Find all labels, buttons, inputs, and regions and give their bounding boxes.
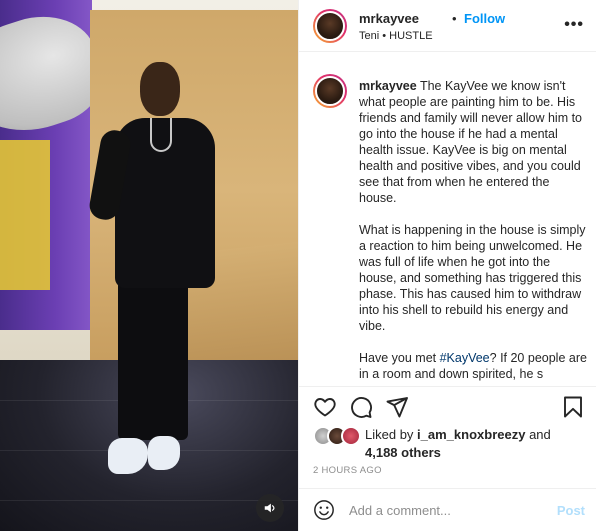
header-username[interactable]: mrkayvee — [359, 11, 419, 26]
heart-icon — [314, 398, 336, 417]
like-button[interactable] — [313, 395, 337, 419]
post-timestamp[interactable]: 2 HOURS AGO — [313, 465, 382, 476]
share-icon — [386, 397, 408, 418]
avatar — [341, 426, 361, 446]
video-person-chain — [150, 118, 172, 152]
comment-button[interactable] — [349, 395, 373, 419]
caption-paragraph: The KayVee we know isn't what people are… — [359, 79, 583, 205]
mute-button[interactable] — [256, 494, 284, 522]
more-options-button[interactable]: ••• — [564, 16, 584, 34]
hashtag-link[interactable]: #KayVee — [440, 351, 490, 365]
caption-paragraph: Have you met — [359, 351, 440, 365]
share-button[interactable] — [385, 395, 409, 419]
follow-button[interactable]: Follow — [464, 11, 505, 26]
header-separator: • — [452, 11, 457, 26]
bookmark-icon — [564, 396, 582, 418]
avatar[interactable] — [313, 74, 347, 108]
action-bar — [299, 386, 596, 426]
likes-others-link[interactable]: 4,188 others — [365, 445, 441, 460]
liker-username[interactable]: i_am_knoxbreezy — [417, 427, 525, 442]
floor-tile-line — [0, 500, 298, 501]
likes-prefix: Liked by — [365, 427, 418, 442]
save-button[interactable] — [561, 395, 585, 419]
post-header: mrkayvee • Follow Teni • HUSTLE ••• — [299, 0, 596, 52]
post-details-pane: mrkayvee • Follow Teni • HUSTLE ••• mrka… — [298, 0, 596, 531]
video-person-head — [140, 62, 180, 116]
caption-paragraph: What is happening in the house is simply… — [359, 223, 586, 333]
video-yellow-backdrop — [0, 140, 50, 290]
comment-input[interactable] — [349, 499, 539, 521]
comment-icon — [351, 397, 372, 418]
likes-middle: and — [525, 427, 551, 442]
caption-username[interactable]: mrkayvee — [359, 79, 417, 93]
avatar[interactable] — [313, 9, 347, 43]
post-video[interactable] — [0, 0, 298, 531]
post-comment-button[interactable]: Post — [557, 503, 585, 518]
comment-bar: Post — [299, 488, 596, 531]
emoji-icon[interactable] — [313, 499, 335, 521]
video-person-legs — [118, 280, 188, 440]
audio-track-link[interactable]: Teni • HUSTLE — [359, 30, 433, 42]
caption-text: mrkayvee The KayVee we know isn't what p… — [359, 78, 589, 384]
video-person-shoe-right — [148, 436, 180, 470]
likes-summary: Liked by i_am_knoxbreezy and 4,188 other… — [313, 424, 583, 464]
likes-text: Liked by i_am_knoxbreezy and 4,188 other… — [365, 426, 585, 462]
speaker-icon — [264, 503, 275, 513]
caption-scroll-area[interactable]: mrkayvee The KayVee we know isn't what p… — [299, 52, 596, 384]
liker-avatars[interactable] — [313, 426, 361, 446]
